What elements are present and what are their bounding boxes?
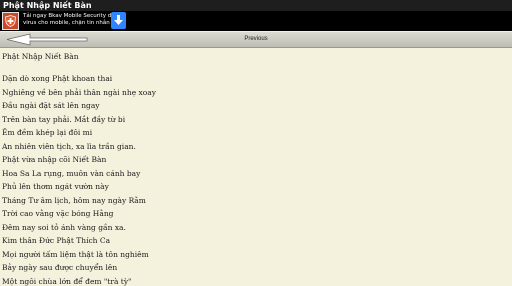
poem-line: Êm đềm khép lại đôi mi [2,128,93,137]
poem-line: Một ngôi chùa lớn để đem "trà tỳ" [2,276,132,286]
poem-line: Bảy ngày sau được chuyển lên [2,263,118,272]
poem-line: Đầu ngài đặt sát lên ngay [2,101,100,110]
previous-button[interactable] [200,32,312,47]
poem-line: Phủ lên thơm ngát vườn này [2,182,109,191]
poem-line: Dặn dò xong Phật khoan thai [2,74,113,83]
back-arrow-icon[interactable] [6,33,88,46]
navigation-bar: Previous [0,32,512,48]
ad-text-line2: virus cho mobile, chặn tin nhắn rác [23,20,121,26]
poem-line: Phật vừa nhập cõi Niết Bàn [2,155,107,164]
document-title: Phật Nhập Niết Bàn [2,52,79,61]
poem-line: An nhiên viên tịch, xa lìa trần gian. [2,141,136,151]
ad-text-line1: Tải ngay Bkav Mobile Security diệt [23,13,119,19]
ad-banner[interactable]: Tải ngay Bkav Mobile Security diệt virus… [0,11,512,31]
poem-line: Kim thân Đức Phật Thích Ca [2,236,111,245]
poem-line: Tháng Tư âm lịch, hôm nay ngày Rằm [2,195,146,205]
poem-line: Trời cao vằng vặc bóng Hằng [2,209,114,218]
poem-line: Đêm nay soi tỏ ánh vàng gần xa. [2,222,126,232]
shield-plus-icon[interactable] [2,12,19,30]
poem-line: Mọi người tấm liệm thật là tôn nghiêm [2,249,149,259]
ad-text[interactable]: Tải ngay Bkav Mobile Security diệt virus… [23,13,121,27]
poem-line: Trên bàn tay phải. Mắt đầy từ bi [2,114,126,124]
poem-line: Nghiêng về bên phải thân ngài nhẹ xoay [2,87,156,97]
poem-line: Hoa Sa La rụng, muôn vàn cánh bay [2,168,141,178]
window-titlebar: Phật Nhập Niết Bàn [0,0,512,11]
download-button[interactable] [111,12,126,29]
download-arrow-icon [114,15,123,25]
window-title: Phật Nhập Niết Bàn [3,1,92,10]
